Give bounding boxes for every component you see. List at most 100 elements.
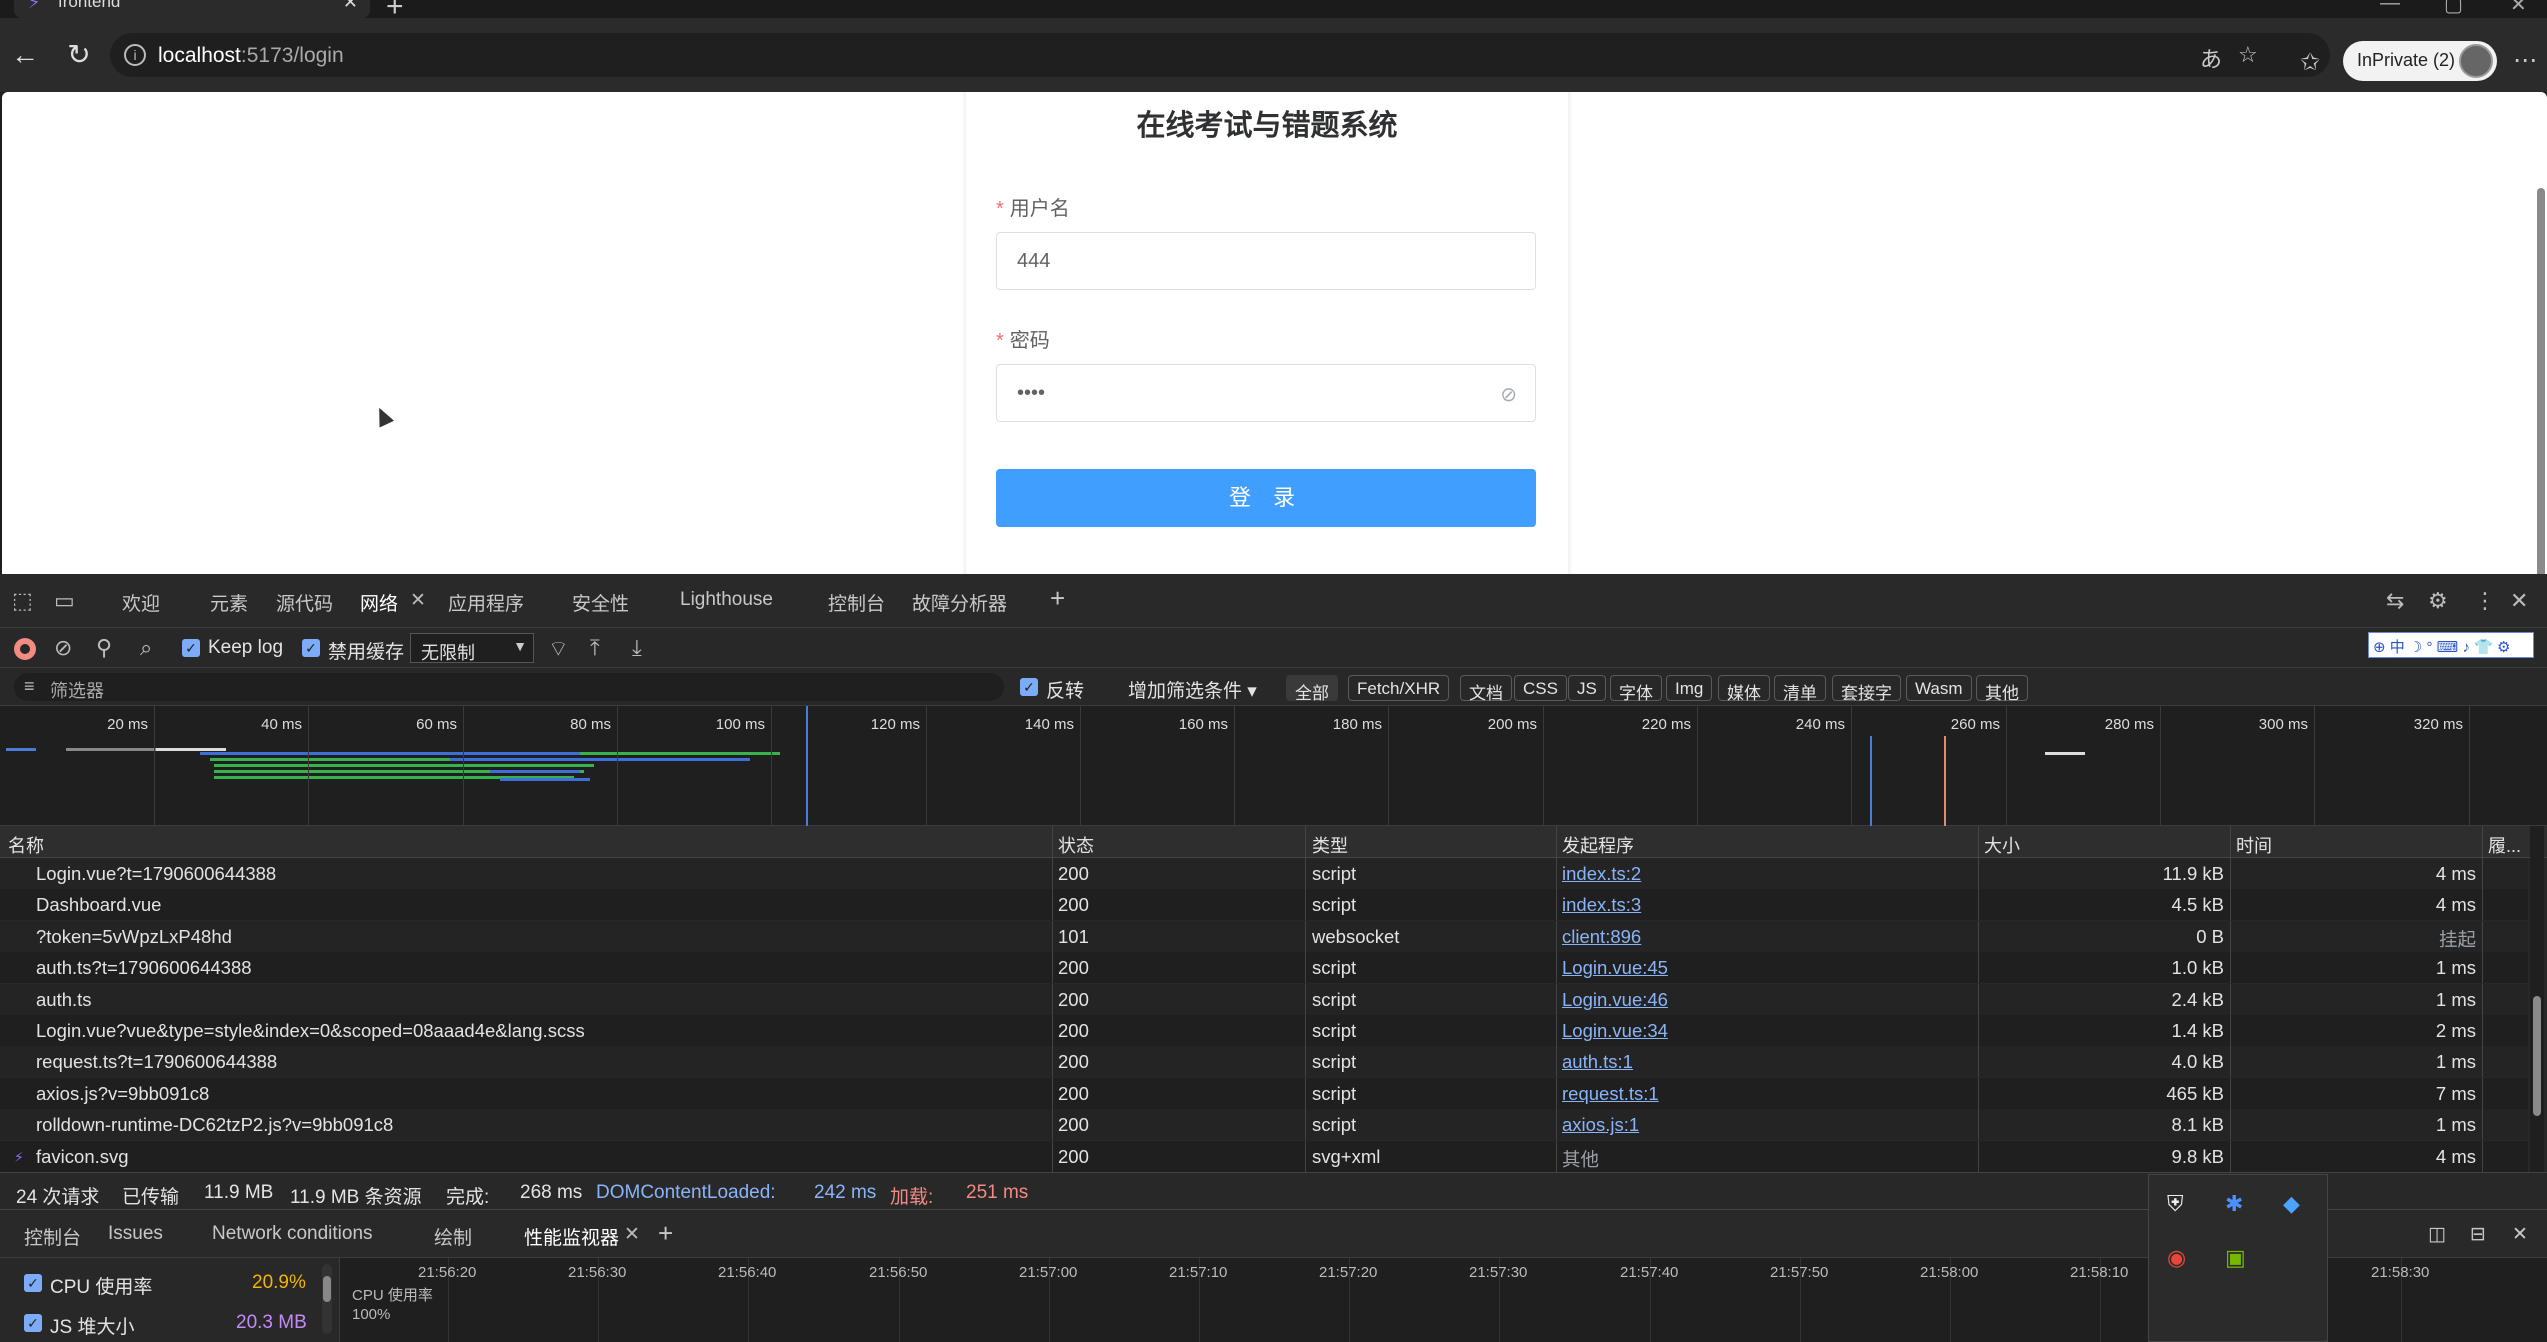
ime-toolbar[interactable]: ⊕ 中 ☽ ° ⌨ ♪ 👕 ⚙ (2368, 632, 2534, 658)
drawer-tab-console[interactable]: 控制台 (24, 1223, 81, 1250)
request-initiator[interactable]: Login.vue:46 (1562, 989, 1668, 1011)
throttling-select[interactable]: 无限制 ▼ (410, 633, 534, 663)
chip-css[interactable]: CSS (1514, 675, 1567, 701)
password-field[interactable]: •••• ⊘ (996, 364, 1536, 422)
col-name[interactable]: 名称 (8, 832, 44, 858)
inprivate-profile-button[interactable]: InPrivate (2) (2343, 41, 2497, 81)
table-row[interactable]: Login.vue?t=1790600644388 200 script index.… (0, 858, 2528, 889)
site-info-icon[interactable]: i (124, 44, 146, 66)
tab-application[interactable]: 应用程序 (448, 589, 524, 616)
table-row[interactable]: ?token=5vWpzLxP48hd 101 websocket client:89… (0, 920, 2528, 952)
request-initiator[interactable]: axios.js:1 (1562, 1114, 1639, 1136)
record-icon[interactable] (14, 638, 36, 660)
tab-sources[interactable]: 源代码 (276, 589, 333, 616)
tab-lighthouse[interactable]: Lighthouse (680, 589, 773, 611)
app-tray-icon[interactable]: ◆ (2283, 1191, 2300, 1217)
chip-js[interactable]: JS (1568, 675, 1606, 701)
column-divider[interactable] (2230, 826, 2231, 857)
username-field[interactable]: 444 (996, 232, 1536, 290)
chip-wasm[interactable]: Wasm (1906, 675, 1972, 701)
column-divider[interactable] (1052, 826, 1053, 857)
table-row[interactable]: favicon.svg 200 svg+xml 其他 9.8 kB 4 ms ⚡ (0, 1140, 2528, 1172)
add-tab-icon[interactable]: + (1050, 583, 1065, 614)
metrics-scrollbar[interactable] (322, 1264, 332, 1334)
connect-icon[interactable]: ⇆ (2386, 588, 2404, 614)
clear-icon[interactable]: ⊘ (54, 635, 72, 661)
table-scrollbar[interactable] (2530, 826, 2544, 1172)
security-shield-icon[interactable]: ⛨ (2167, 1191, 2184, 1217)
disable-cache-checkbox[interactable]: ✓ (302, 639, 320, 657)
drawer-tab-performance-monitor[interactable]: 性能监视器 (511, 1223, 658, 1265)
nvidia-tray-icon[interactable]: ▣ (2225, 1245, 2246, 1271)
browser-tab[interactable]: ⚡ frontend ✕ (14, 0, 370, 18)
chip-img[interactable]: Img (1666, 675, 1713, 701)
search-icon[interactable]: ⌕ (140, 635, 152, 661)
request-initiator[interactable]: client:896 (1562, 926, 1641, 948)
close-window-icon[interactable]: ✕ (2510, 0, 2527, 17)
chip-doc[interactable]: 文档 (1460, 675, 1512, 703)
chip-font[interactable]: 字体 (1610, 675, 1662, 703)
eye-hidden-icon[interactable]: ⊘ (1500, 382, 1517, 407)
table-row[interactable]: Login.vue?vue&type=style&index=0&scoped=… (0, 1015, 2528, 1046)
col-status[interactable]: 状态 (1058, 832, 1094, 858)
column-divider[interactable] (1305, 826, 1306, 857)
close-drawer-icon[interactable]: ✕ (2512, 1223, 2528, 1246)
table-row[interactable]: auth.ts 200 script Login.vue:46 2.4 kB 1 ms (0, 983, 2528, 1015)
table-row[interactable]: rolldown-runtime-DC62tzP2.js?v=9bb091c8 2… (0, 1109, 2528, 1141)
column-divider[interactable] (1978, 826, 1979, 857)
kebab-menu-icon[interactable]: ⋮ (2474, 588, 2496, 614)
request-initiator[interactable]: auth.ts:1 (1562, 1051, 1633, 1073)
keep-log-checkbox[interactable]: ✓ (182, 639, 200, 657)
column-divider[interactable] (1556, 826, 1557, 857)
minimize-icon[interactable]: — (2380, 0, 2400, 15)
col-initiator[interactable]: 发起程序 (1562, 832, 1634, 858)
tab-console[interactable]: 控制台 (828, 589, 885, 616)
add-drawer-tab-icon[interactable]: + (658, 1218, 673, 1249)
chip-manifest[interactable]: 清单 (1774, 675, 1826, 703)
more-filters-dropdown[interactable]: 增加筛选条件 ▾ (1128, 676, 1257, 703)
gear-icon[interactable]: ⚙ (2428, 588, 2448, 614)
filter-input[interactable]: ≡ 筛选器 (14, 673, 1004, 701)
close-devtools-icon[interactable]: ✕ (2510, 588, 2528, 614)
col-waterfall[interactable]: 履... (2488, 832, 2521, 858)
import-har-icon[interactable]: ⤒ (590, 635, 600, 661)
tab-welcome[interactable]: 欢迎 (122, 589, 160, 616)
favorite-star-icon[interactable]: ☆ (2238, 42, 2258, 68)
network-conditions-icon[interactable]: ⌔ (548, 635, 569, 663)
more-menu-icon[interactable]: ⋯ (2513, 46, 2537, 75)
url-text[interactable]: localhost:5173/login (158, 44, 344, 68)
translate-icon[interactable]: あ (2200, 42, 2222, 74)
network-overview[interactable]: 20 ms 40 ms 60 ms 80 ms 100 ms 120 ms 140 ms 16… (0, 706, 2547, 826)
maximize-icon[interactable]: ▢ (2444, 0, 2463, 17)
invert-checkbox[interactable]: ✓ (1020, 678, 1038, 696)
reload-icon[interactable]: ↻ (64, 40, 94, 70)
col-size[interactable]: 大小 (1984, 832, 2020, 858)
close-tab-icon[interactable]: ✕ (343, 0, 358, 13)
drawer-toggle-icon[interactable]: ⊟ (2470, 1223, 2486, 1246)
close-drawer-tab-icon[interactable]: ✕ (624, 1223, 640, 1246)
request-initiator[interactable]: request.ts:1 (1562, 1083, 1659, 1105)
chrome-tray-icon[interactable]: ◉ (2167, 1245, 2186, 1271)
favorites-icon[interactable]: ✩ (2300, 48, 2320, 77)
filter-funnel-icon[interactable]: ⚲ (96, 635, 112, 661)
cpu-checkbox[interactable]: ✓ (24, 1274, 42, 1292)
drawer-tab-issues[interactable]: Issues (108, 1223, 163, 1245)
chip-media[interactable]: 媒体 (1718, 675, 1770, 703)
tab-network[interactable]: 网络 (351, 589, 427, 633)
request-initiator[interactable]: Login.vue:45 (1562, 957, 1668, 979)
drawer-tab-network-conditions[interactable]: Network conditions (212, 1223, 373, 1245)
chip-socket[interactable]: 套接字 (1832, 675, 1901, 703)
table-row[interactable]: Dashboard.vue 200 script index.ts:3 4.5 kB 4 … (0, 889, 2528, 921)
device-toolbar-icon[interactable]: ▭ (54, 588, 75, 614)
request-initiator[interactable]: index.ts:2 (1562, 863, 1641, 885)
address-bar[interactable]: i localhost:5173/login あ ☆ (110, 33, 2330, 77)
request-initiator[interactable]: index.ts:3 (1562, 894, 1641, 916)
js-heap-checkbox[interactable]: ✓ (24, 1314, 42, 1332)
column-divider[interactable] (2482, 826, 2483, 857)
chip-fetch-xhr[interactable]: Fetch/XHR (1348, 675, 1450, 701)
table-row[interactable]: axios.js?v=9bb091c8 200 script request.ts:1… (0, 1077, 2528, 1109)
col-type[interactable]: 类型 (1312, 832, 1348, 858)
tab-security[interactable]: 安全性 (572, 589, 629, 616)
dock-side-icon[interactable]: ◫ (2428, 1223, 2446, 1246)
tab-elements[interactable]: 元素 (210, 589, 248, 616)
